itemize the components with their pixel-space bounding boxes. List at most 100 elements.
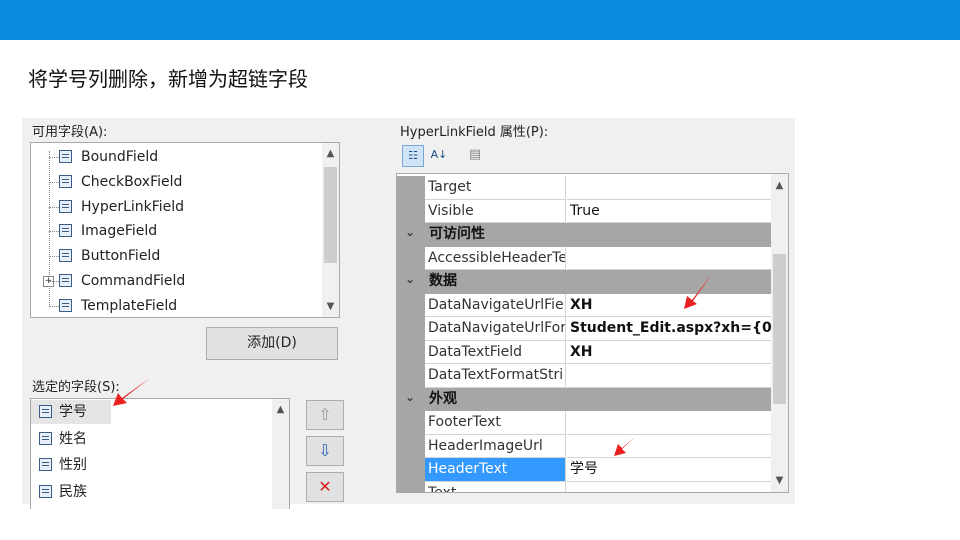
property-value[interactable]: XH (567, 341, 771, 364)
collapse-chevron-icon[interactable]: ⌄ (405, 225, 415, 239)
property-name: Visible (425, 199, 566, 223)
selected-fields-list[interactable]: 学号姓名性别民族 ▲ (30, 398, 290, 509)
property-row[interactable]: DataTextField XH (397, 340, 771, 364)
scroll-up-icon[interactable]: ▲ (771, 177, 788, 194)
property-category[interactable]: ⌄ 数据 (397, 270, 771, 294)
selected-field-item[interactable]: 民族 (31, 480, 271, 504)
delete-x-icon: ✕ (318, 477, 332, 496)
property-row[interactable]: DataNavigateUrlFor Student_Edit.aspx?xh={… (397, 317, 771, 341)
available-field-label: BoundField (81, 149, 159, 165)
property-value[interactable] (567, 411, 771, 435)
property-name: AccessibleHeaderTe (425, 246, 566, 270)
add-field-button[interactable]: 添加(D) (206, 327, 338, 360)
tree-connector (49, 231, 59, 233)
property-name: DataTextField (425, 340, 566, 364)
property-value[interactable] (567, 364, 771, 388)
command-field-icon (59, 274, 72, 287)
available-field-label: CommandField (81, 273, 186, 289)
move-up-button[interactable]: ⇧ (306, 400, 344, 430)
property-name: DataTextFormatStri (425, 364, 566, 388)
property-value[interactable] (567, 176, 771, 200)
image-field-icon (59, 224, 72, 238)
property-value[interactable] (567, 482, 771, 493)
property-row-gutter (397, 411, 425, 435)
selected-fields-scrollbar[interactable]: ▲ (272, 399, 289, 509)
category-name: 可访问性 (429, 226, 485, 242)
selected-field-item[interactable]: 学号 (31, 400, 111, 424)
tree-connector (49, 157, 59, 158)
scroll-down-icon[interactable]: ▼ (771, 472, 788, 489)
property-row-gutter (397, 481, 425, 492)
boundfield-icon (39, 458, 52, 471)
property-value[interactable] (567, 435, 771, 458)
property-grid-scrollbar[interactable]: ▲ ▼ (771, 174, 788, 492)
available-field-item[interactable]: TemplateField (31, 294, 321, 317)
available-field-item[interactable]: + CommandField (31, 269, 321, 293)
property-name: DataNavigateUrlFie (425, 293, 566, 317)
scroll-thumb[interactable] (324, 167, 337, 263)
button-field-icon (59, 249, 72, 263)
property-value[interactable]: True (567, 200, 771, 223)
property-row[interactable]: HeaderImageUrl (397, 434, 771, 458)
header-bar (0, 0, 960, 40)
property-row-gutter (397, 458, 425, 482)
hyperlink-field-icon (59, 199, 72, 213)
available-field-label: HyperLinkField (81, 198, 185, 215)
property-category[interactable]: ⌄ 可访问性 (397, 223, 771, 247)
available-fields-scrollbar[interactable]: ▲ ▼ (322, 143, 339, 317)
available-fields-label: 可用字段(A): (32, 125, 108, 140)
property-name: Text (425, 481, 566, 492)
property-row-gutter (397, 340, 425, 364)
property-row[interactable]: Target (397, 176, 771, 200)
property-row[interactable]: DataTextFormatStri (397, 364, 771, 388)
property-category[interactable]: ⌄ 外观 (397, 387, 771, 411)
available-field-item[interactable]: HyperLinkField (31, 195, 321, 219)
collapse-chevron-icon[interactable]: ⌄ (405, 390, 415, 404)
properties-toolbar: ☷ A↓ ▤ (400, 144, 500, 170)
property-name: DataNavigateUrlFor (425, 317, 566, 341)
available-field-item[interactable]: BoundField (31, 145, 321, 169)
available-fields-list[interactable]: BoundField CheckBoxField HyperLinkField Ima… (30, 142, 340, 318)
selected-field-item[interactable]: 性别 (31, 453, 271, 477)
scroll-down-icon[interactable]: ▼ (322, 298, 339, 315)
property-value[interactable] (567, 247, 771, 270)
available-field-label: TemplateField (81, 297, 178, 314)
property-row-gutter (397, 434, 425, 458)
alphabetical-sort-icon[interactable]: A↓ (428, 145, 450, 167)
properties-label: HyperLinkField 属性(P): (400, 125, 549, 140)
property-row[interactable]: Visible True (397, 199, 771, 223)
available-field-label: ButtonField (81, 248, 161, 265)
categorized-view-icon[interactable]: ☷ (402, 145, 424, 167)
property-name: HeaderText (425, 458, 566, 482)
property-row[interactable]: Text (397, 481, 771, 493)
property-value[interactable]: XH (567, 294, 771, 317)
slide-title: 将学号列删除，新增为超链字段 (28, 67, 308, 91)
scroll-thumb[interactable] (773, 254, 786, 404)
property-row[interactable]: AccessibleHeaderTe (397, 246, 771, 270)
selected-fields-label: 选定的字段(S): (32, 380, 120, 395)
hyperlink-field-icon (39, 405, 52, 418)
available-field-item[interactable]: ButtonField (31, 244, 321, 268)
checkbox-field-icon (59, 174, 72, 188)
property-grid[interactable]: Target Visible True ⌄ 可访问性 AccessibleHeaderTe… (396, 173, 789, 493)
available-field-item[interactable]: CheckBoxField (31, 170, 321, 194)
property-row[interactable]: HeaderText 学号 (397, 458, 771, 482)
property-row[interactable]: DataNavigateUrlFie XH (397, 293, 771, 317)
scroll-up-icon[interactable]: ▲ (322, 145, 339, 162)
property-value[interactable]: Student_Edit.aspx?xh={0} (567, 317, 771, 341)
delete-field-button[interactable]: ✕ (306, 472, 344, 502)
selected-field-label: 性别 (59, 457, 87, 473)
collapse-chevron-icon[interactable]: ⌄ (405, 272, 415, 286)
property-name: Target (425, 176, 566, 200)
selected-field-item[interactable]: 姓名 (31, 427, 271, 451)
scroll-up-icon[interactable]: ▲ (272, 401, 289, 418)
property-row[interactable]: FooterText (397, 411, 771, 435)
available-field-label: ImageField (81, 223, 158, 240)
move-down-button[interactable]: ⇩ (306, 436, 344, 466)
property-pages-icon[interactable]: ▤ (464, 145, 486, 167)
available-field-label: CheckBoxField (81, 173, 183, 190)
property-value[interactable]: 学号 (567, 458, 771, 482)
selected-field-label: 民族 (59, 483, 87, 500)
template-field-icon (59, 298, 72, 312)
available-field-item[interactable]: ImageField (31, 219, 321, 243)
